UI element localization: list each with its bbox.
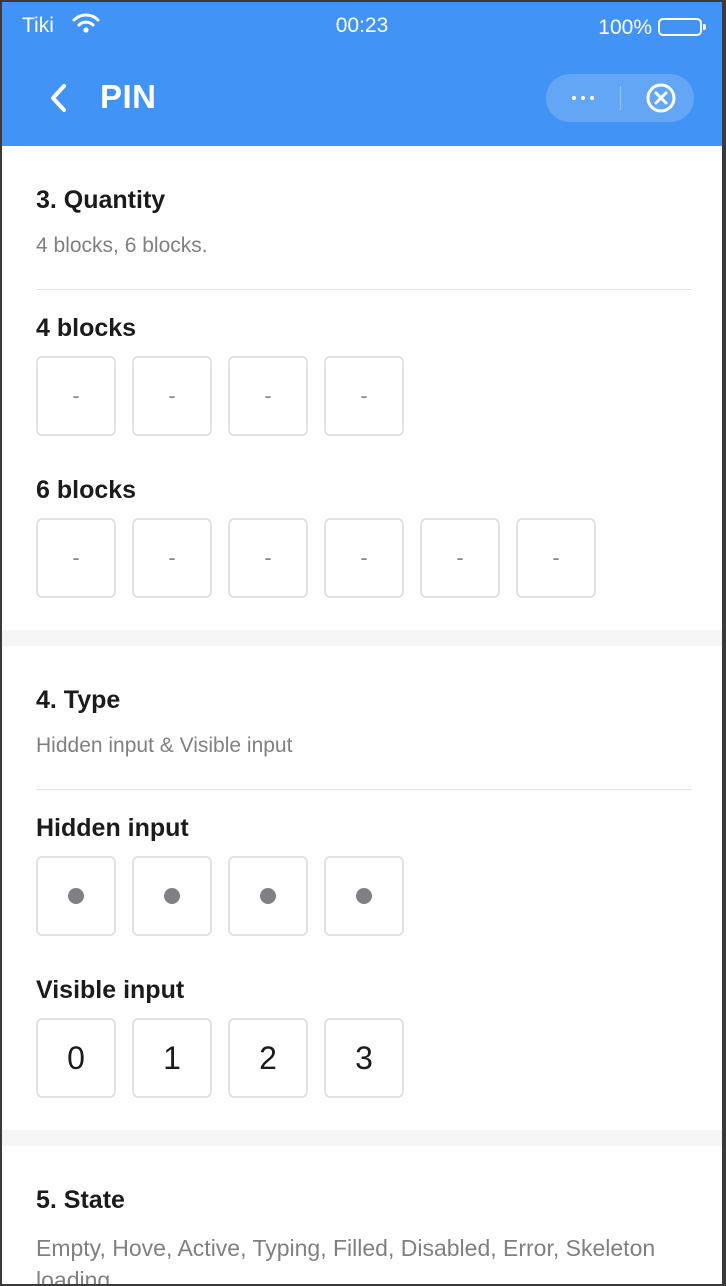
- mini-program-capsule: [546, 74, 694, 122]
- section-description: 4 blocks, 6 blocks.: [36, 234, 208, 257]
- section-title: 3. Quantity: [36, 186, 166, 214]
- pin-input-6: - - - - - -: [36, 518, 596, 598]
- section-title: 5. State: [36, 1186, 125, 1214]
- pin-block[interactable]: [324, 856, 404, 936]
- hidden-input-label: Hidden input: [36, 814, 189, 842]
- pin-block[interactable]: -: [132, 518, 212, 598]
- section-description: Empty, Hove, Active, Typing, Filled, Dis…: [36, 1235, 656, 1284]
- pin-block[interactable]: 2: [228, 1018, 308, 1098]
- chevron-left-icon: [51, 84, 66, 112]
- pin-block[interactable]: -: [420, 518, 500, 598]
- battery-icon: [658, 18, 706, 36]
- pin-block[interactable]: -: [228, 518, 308, 598]
- pin-block[interactable]: -: [132, 356, 212, 436]
- navigation-bar: PIN: [2, 62, 722, 132]
- masked-dot-icon: [68, 888, 84, 904]
- masked-dot-icon: [164, 888, 180, 904]
- pin-block[interactable]: -: [36, 356, 116, 436]
- pin-block[interactable]: [228, 856, 308, 936]
- more-button[interactable]: [546, 74, 620, 122]
- pin-block[interactable]: -: [228, 356, 308, 436]
- section-type: 4. Type Hidden input & Visible input Hid…: [2, 646, 722, 1130]
- divider: [36, 789, 692, 790]
- pin-block[interactable]: 1: [132, 1018, 212, 1098]
- pin-block[interactable]: -: [324, 356, 404, 436]
- section-title: 4. Type: [36, 686, 121, 714]
- pin-block[interactable]: -: [36, 518, 116, 598]
- section-quantity: 3. Quantity 4 blocks, 6 blocks. 4 blocks…: [2, 146, 722, 630]
- status-bar: Tiki 00:23 100%: [2, 2, 722, 52]
- pin-input-4: - - - -: [36, 356, 404, 436]
- pin-input-visible: 0 1 2 3: [36, 1018, 404, 1098]
- divider: [36, 289, 692, 290]
- pin-block[interactable]: 0: [36, 1018, 116, 1098]
- battery-percent: 100%: [598, 16, 652, 39]
- six-blocks-label: 6 blocks: [36, 476, 137, 504]
- pin-block[interactable]: [36, 856, 116, 936]
- pin-block[interactable]: [132, 856, 212, 936]
- pin-input-hidden: [36, 856, 404, 936]
- close-circle-icon: [646, 83, 676, 113]
- section-description: Hidden input & Visible input: [36, 734, 293, 757]
- pin-block[interactable]: -: [516, 518, 596, 598]
- page-title: PIN: [100, 78, 157, 115]
- pin-block[interactable]: -: [324, 518, 404, 598]
- section-state: 5. State Empty, Hove, Active, Typing, Fi…: [2, 1146, 722, 1284]
- masked-dot-icon: [260, 888, 276, 904]
- more-dots-icon: [572, 96, 576, 100]
- masked-dot-icon: [356, 888, 372, 904]
- visible-input-label: Visible input: [36, 976, 185, 1004]
- pin-block[interactable]: 3: [324, 1018, 404, 1098]
- header: Tiki 00:23 100% PIN: [2, 2, 722, 146]
- four-blocks-label: 4 blocks: [36, 314, 137, 342]
- close-button[interactable]: [620, 74, 694, 122]
- app-frame: Tiki 00:23 100% PIN 3. Quantity 4 blocks…: [2, 2, 722, 1284]
- back-button[interactable]: [44, 80, 74, 116]
